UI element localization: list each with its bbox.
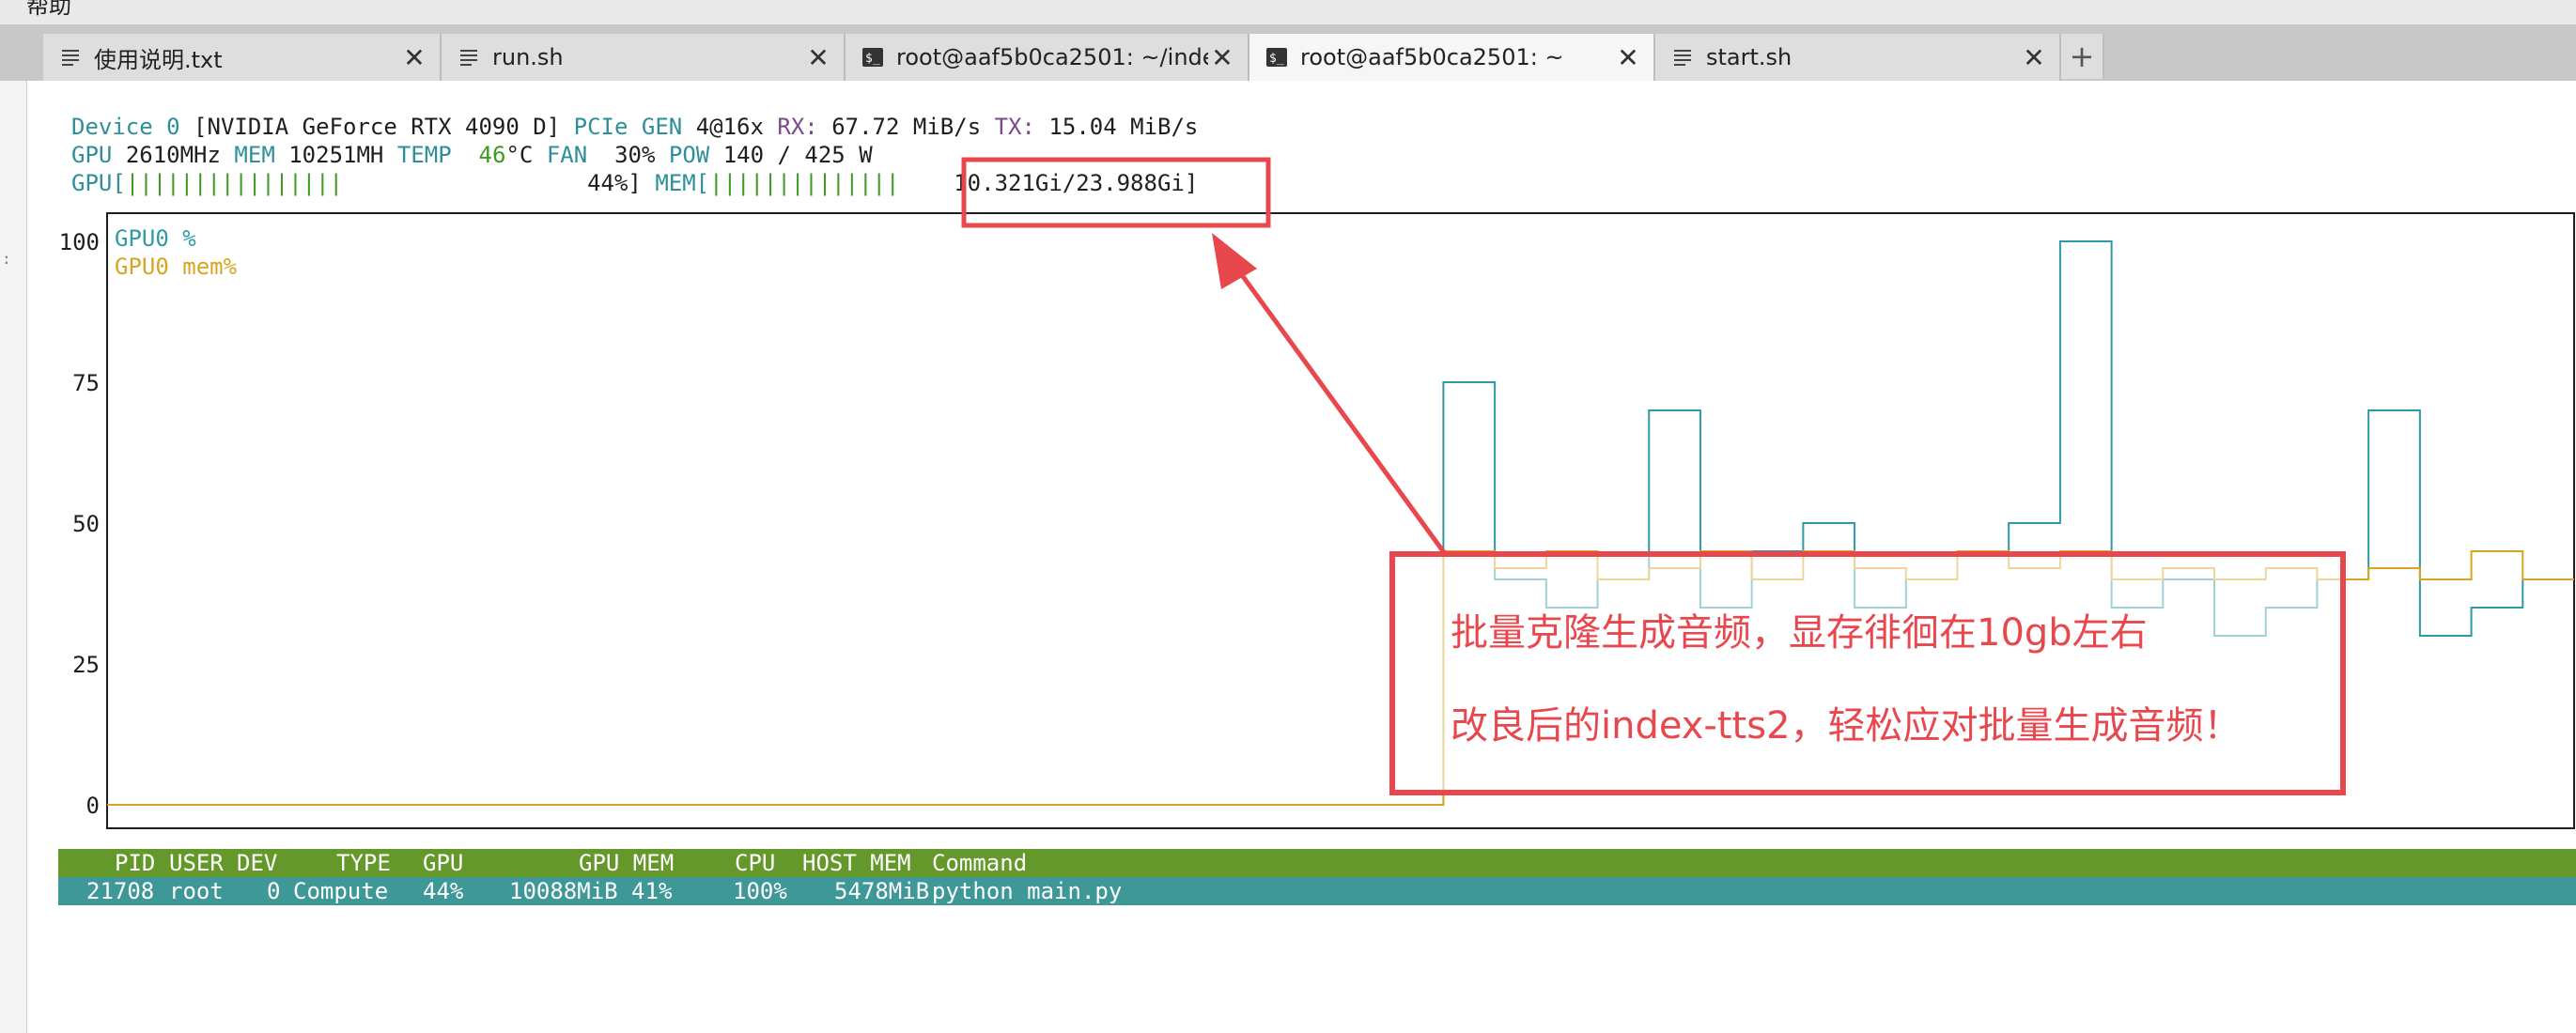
menu-help[interactable]: 帮助 [26,0,71,20]
left-sidebar-edge: : [0,81,27,1033]
tab-title: run.sh [492,44,564,70]
close-icon[interactable]: ✕ [1208,42,1236,73]
process-pid: 21708 [86,878,155,904]
annotation-line-2: 改良后的index-tts2，轻松应对批量生成音频！ [1451,704,2242,748]
process-row[interactable]: 21708 root 0 Compute 44% 10088MiB 41% 10… [58,877,2576,905]
tab-title: root@aaf5b0ca2501: ~/inde [896,44,1208,70]
header-pid: PID [115,850,156,876]
header-cpu: CPU [735,850,776,876]
terminal-icon: $_ [861,45,885,69]
process-cpu: 100% [733,878,787,904]
process-host-mem: 5478MiB [834,878,930,904]
y-tick-label: 50 [72,511,100,537]
text-file-icon [1670,45,1695,69]
text-file-icon [457,45,481,69]
y-tick-label: 100 [59,229,100,255]
tab-usage-txt[interactable]: 使用说明.txt ✕ [43,34,442,81]
legend-entry: GPU0 mem% [115,254,238,280]
tab-terminal-home[interactable]: $_ root@aaf5b0ca2501: ~ ✕ [1249,34,1655,81]
screen: 帮助 使用说明.txt ✕ run.sh ✕ $_ root@aaf5b0ca2… [0,0,2576,1033]
tab-title: 使用说明.txt [94,46,223,73]
tab-title: root@aaf5b0ca2501: ~ [1300,44,1564,70]
close-icon[interactable]: ✕ [1614,42,1642,73]
text-file-icon [58,45,83,69]
svg-text:$_: $_ [1269,52,1284,66]
header-gpu-mem: GPU MEM [579,850,675,876]
process-gpu-mem: 10088MiB 41% [509,878,673,904]
y-tick-label: 0 [86,793,100,819]
close-icon[interactable]: ✕ [400,42,428,73]
y-tick-label: 75 [72,370,100,396]
y-tick-label: 25 [72,652,100,678]
close-icon[interactable]: ✕ [2020,42,2048,73]
terminal-pane[interactable]: Device 0 [NVIDIA GeForce RTX 4090 D] PCI… [41,81,2576,1033]
tab-terminal-index[interactable]: $_ root@aaf5b0ca2501: ~/inde ✕ [846,34,1249,81]
y-axis-ticks: 100 75 50 25 0 [59,229,100,819]
annotation-line-1: 批量克隆生成音频，显存徘徊在10gb左右 [1451,611,2148,655]
annotation-arrow-line [1224,253,1449,557]
close-icon[interactable]: ✕ [804,42,832,73]
header-gpu: GPU [423,850,464,876]
svg-text:$_: $_ [865,52,880,66]
header-command: Command [932,850,1028,876]
process-user: root [169,878,224,904]
legend-entry: GPU0 % [115,225,196,252]
chart-legend: GPU0 %GPU0 mem% [115,225,238,280]
memory-highlight-box [961,157,1271,228]
terminal-icon: $_ [1265,45,1289,69]
annotation-box [1389,551,2346,795]
tab-title: start.sh [1706,44,1792,70]
process-dev: 0 [267,878,281,904]
tab-start-sh[interactable]: start.sh ✕ [1655,34,2061,81]
process-table-header: PID USER DEV TYPE GPU GPU MEM CPU HOST M… [58,849,2576,877]
process-type: Compute [293,878,389,904]
process-gpu: 44% [423,878,464,904]
new-tab-button[interactable]: + [2061,34,2104,79]
tab-run-sh[interactable]: run.sh ✕ [442,34,846,81]
header-host-mem: HOST MEM [802,850,911,876]
header-dev: DEV [237,850,278,876]
header-user: USER [169,850,224,876]
menu-bar: 帮助 [0,0,2576,24]
annotation-arrow-head [1212,233,1257,289]
header-type: TYPE [336,850,391,876]
process-command: python main.py [932,878,1123,904]
